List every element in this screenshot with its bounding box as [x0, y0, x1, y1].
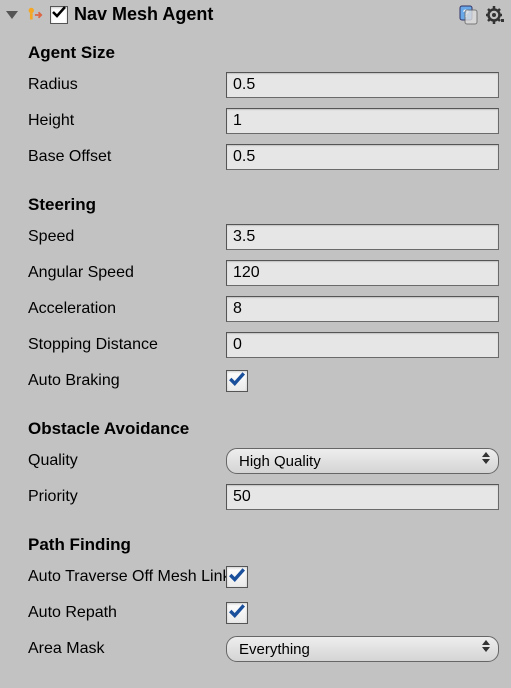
baseoffset-input[interactable]: 0.5	[226, 144, 499, 170]
obstacle-avoidance-heading: Obstacle Avoidance	[28, 419, 499, 439]
baseoffset-row: Base Offset 0.5	[28, 141, 499, 173]
acceleration-row: Acceleration 8	[28, 293, 499, 325]
radius-row: Radius 0.5	[28, 69, 499, 101]
agent-size-section: Agent Size Radius 0.5 Height 1 Base Offs…	[0, 29, 511, 181]
chevron-updown-icon	[482, 640, 490, 652]
navmeshagent-icon	[24, 5, 44, 25]
autorepath-checkbox[interactable]	[226, 602, 248, 624]
help-icon[interactable]: ?	[459, 5, 479, 25]
areamask-row: Area Mask Everything	[28, 633, 499, 665]
chevron-updown-icon	[482, 452, 490, 464]
autobraking-label: Auto Braking	[28, 372, 226, 390]
foldout-toggle-icon[interactable]	[6, 11, 18, 19]
radius-input[interactable]: 0.5	[226, 72, 499, 98]
autotraverse-label: Auto Traverse Off Mesh Link	[28, 568, 226, 586]
quality-value: High Quality	[239, 453, 321, 470]
autotraverse-row: Auto Traverse Off Mesh Link	[28, 561, 499, 593]
areamask-label: Area Mask	[28, 640, 226, 658]
pathfinding-heading: Path Finding	[28, 535, 499, 555]
height-row: Height 1	[28, 105, 499, 137]
obstacle-avoidance-section: Obstacle Avoidance Quality High Quality …	[0, 405, 511, 521]
stoppingdistance-input[interactable]: 0	[226, 332, 499, 358]
quality-label: Quality	[28, 452, 226, 470]
acceleration-label: Acceleration	[28, 300, 226, 318]
autorepath-row: Auto Repath	[28, 597, 499, 629]
pathfinding-section: Path Finding Auto Traverse Off Mesh Link…	[0, 521, 511, 673]
autotraverse-checkbox[interactable]	[226, 566, 248, 588]
autorepath-label: Auto Repath	[28, 604, 226, 622]
baseoffset-label: Base Offset	[28, 148, 226, 166]
agent-size-heading: Agent Size	[28, 43, 499, 63]
angularspeed-input[interactable]: 120	[226, 260, 499, 286]
component-header: Nav Mesh Agent ?	[0, 0, 511, 29]
priority-row: Priority 50	[28, 481, 499, 513]
speed-row: Speed 3.5	[28, 221, 499, 253]
speed-label: Speed	[28, 228, 226, 246]
autobraking-row: Auto Braking	[28, 365, 499, 397]
angularspeed-row: Angular Speed 120	[28, 257, 499, 289]
height-label: Height	[28, 112, 226, 130]
component-title: Nav Mesh Agent	[74, 4, 453, 25]
steering-section: Steering Speed 3.5 Angular Speed 120 Acc…	[0, 181, 511, 405]
radius-label: Radius	[28, 76, 226, 94]
height-input[interactable]: 1	[226, 108, 499, 134]
quality-row: Quality High Quality	[28, 445, 499, 477]
navmeshagent-component: Nav Mesh Agent ? Agent Siz	[0, 0, 511, 673]
autobraking-checkbox[interactable]	[226, 370, 248, 392]
areamask-value: Everything	[239, 641, 310, 658]
gear-icon[interactable]	[485, 5, 505, 25]
areamask-dropdown[interactable]: Everything	[226, 636, 499, 662]
speed-input[interactable]: 3.5	[226, 224, 499, 250]
angularspeed-label: Angular Speed	[28, 264, 226, 282]
priority-label: Priority	[28, 488, 226, 506]
priority-input[interactable]: 50	[226, 484, 499, 510]
quality-dropdown[interactable]: High Quality	[226, 448, 499, 474]
stoppingdistance-label: Stopping Distance	[28, 336, 226, 354]
component-enable-checkbox[interactable]	[50, 6, 68, 24]
acceleration-input[interactable]: 8	[226, 296, 499, 322]
stoppingdistance-row: Stopping Distance 0	[28, 329, 499, 361]
steering-heading: Steering	[28, 195, 499, 215]
